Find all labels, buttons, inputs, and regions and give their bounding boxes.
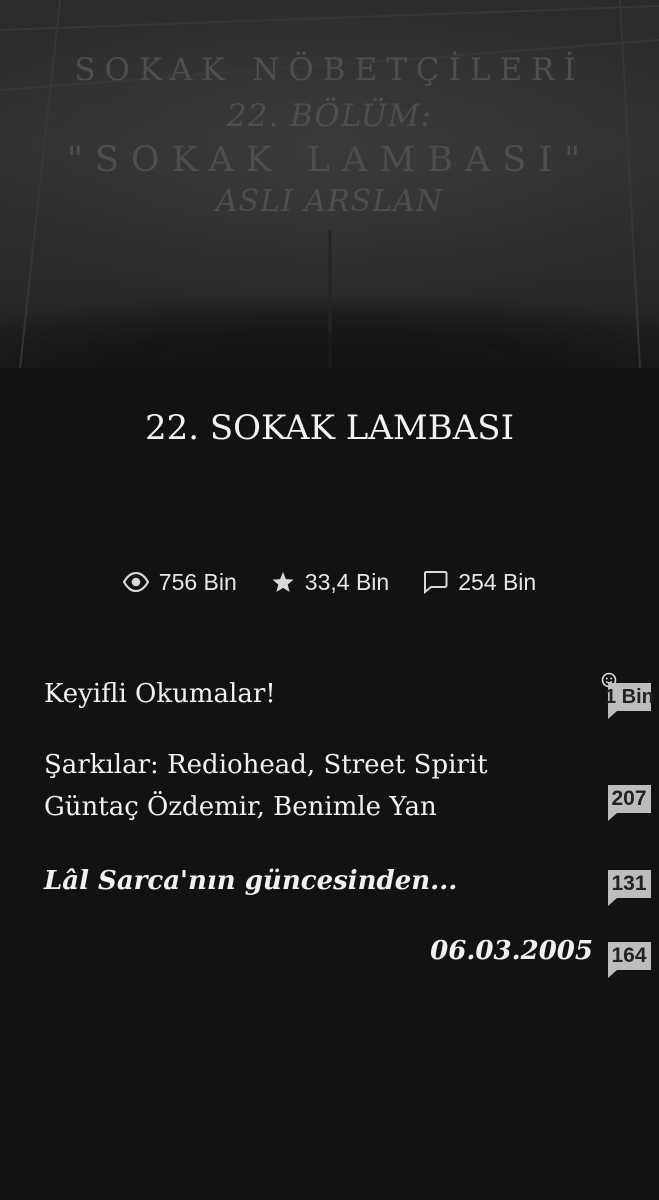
chapter-title: 22. SOKAK LAMBASI	[144, 408, 515, 448]
comments-stat[interactable]: 254 Bin	[423, 569, 536, 596]
cover-chapter-name: "SOKAK LAMBASI"	[66, 140, 593, 180]
paragraph-greeting: Keyifli Okumalar!	[44, 679, 276, 709]
inline-comment-button[interactable]: 164	[607, 941, 653, 981]
inline-comment-count: 164	[611, 944, 647, 967]
reads-stat: 756 Bin	[122, 568, 237, 596]
paragraph-diary-intro: Lâl Sarca'nın güncesinden...	[44, 866, 458, 896]
inline-comment-button[interactable]: 131	[607, 869, 653, 909]
reads-count: 756 Bin	[158, 568, 237, 595]
inline-comment-count: 1 Bin	[605, 686, 654, 708]
cover-chapter-number: 22. BÖLÜM:	[226, 98, 433, 134]
chapter-stats: 756 Bin 33,4 Bin 254 Bin	[0, 562, 659, 602]
star-icon	[271, 571, 295, 594]
paragraph-songs: Şarkılar: Rediohead, Street Spirit Günta…	[44, 744, 488, 828]
comment-icon	[423, 570, 448, 594]
inline-comment-button[interactable]: 207	[607, 784, 653, 824]
inline-comment-count: 131	[611, 872, 647, 895]
paragraph-date: 06.03.2005	[430, 936, 593, 966]
chapter-cover-image: SOKAK NÖBETÇİLERİ 22. BÖLÜM: "SOKAK LAMB…	[0, 0, 659, 368]
cover-author: ASLI ARSLAN	[215, 184, 444, 219]
cover-series-title: SOKAK NÖBETÇİLERİ	[74, 52, 585, 88]
votes-count: 33,4 Bin	[304, 568, 390, 595]
songs-line-2: Güntaç Özdemir, Benimle Yan	[44, 792, 437, 822]
inline-comment-count: 207	[611, 787, 647, 810]
eye-icon	[122, 572, 149, 592]
votes-stat[interactable]: 33,4 Bin	[271, 569, 389, 596]
inline-comment-button[interactable]: 1 Bin	[605, 682, 654, 722]
songs-line-1: Şarkılar: Rediohead, Street Spirit	[44, 750, 488, 780]
comments-count: 254 Bin	[458, 568, 537, 595]
